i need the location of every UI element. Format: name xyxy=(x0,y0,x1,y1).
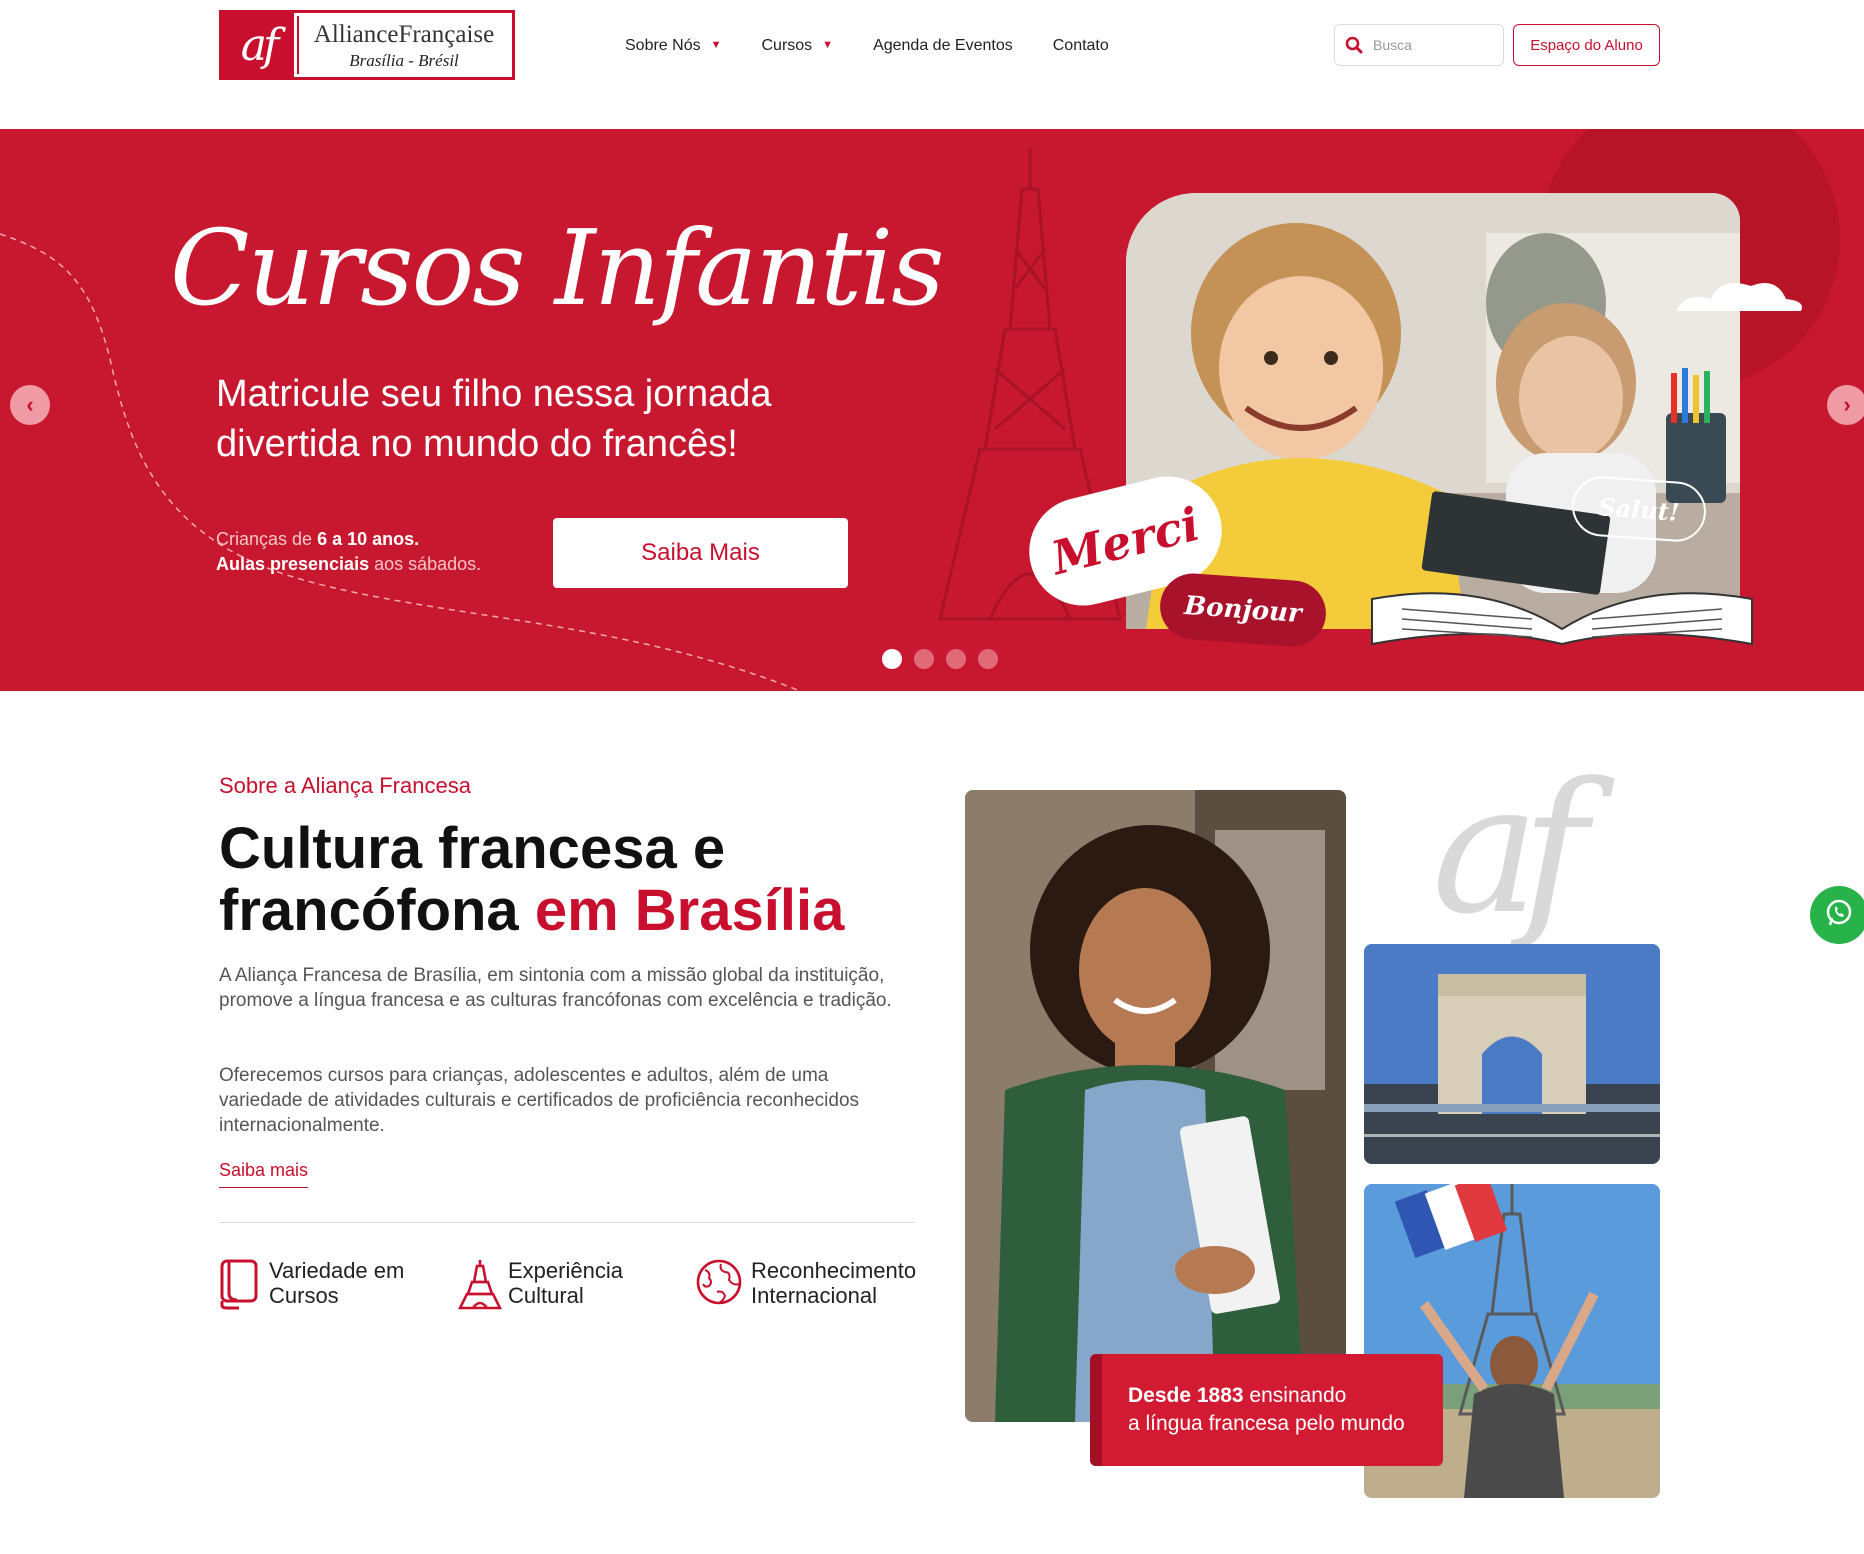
chevron-down-icon: ▼ xyxy=(822,39,834,51)
chevron-right-icon: › xyxy=(1843,392,1851,417)
chevron-left-icon: ‹ xyxy=(26,392,34,417)
nav-item-cursos[interactable]: Cursos ▼ xyxy=(761,34,833,58)
feature-line2: Cultural xyxy=(508,1283,584,1308)
about-paragraph-2: Oferecemos cursos para crianças, adolesc… xyxy=(219,1065,860,1136)
feature-line1: Experiência xyxy=(508,1258,623,1283)
logo-mark: af xyxy=(222,13,294,77)
whatsapp-icon xyxy=(1824,898,1854,933)
feature-line1: Reconhecimento xyxy=(751,1258,917,1283)
carousel-dot-1[interactable] xyxy=(882,649,902,669)
hero-subtitle: Matricule seu filho nessa jornada divert… xyxy=(216,373,772,465)
about-more-link[interactable]: Saiba mais xyxy=(219,1160,309,1188)
site-logo[interactable]: af AllianceFrançaise Brasília - Brésil xyxy=(219,10,515,80)
feature-line1: Variedade em xyxy=(269,1258,405,1283)
hero-note-prefix: Crianças de xyxy=(216,529,318,549)
search-input[interactable] xyxy=(1373,37,1493,53)
hero-note-bold: Aulas presenciais xyxy=(216,554,370,574)
feature-label: Variedade em Cursos xyxy=(269,1258,404,1308)
hero-carousel: Cursos Infantis Matricule seu filho ness… xyxy=(0,129,1864,691)
main-nav: Sobre Nós ▼ Cursos ▼ Agenda de Eventos C… xyxy=(625,34,1149,58)
carousel-next-button[interactable]: › xyxy=(1827,385,1864,425)
site-header: af AllianceFrançaise Brasília - Brésil S… xyxy=(0,0,1864,128)
af-watermark: af xyxy=(1432,745,1588,954)
since-year: Desde 1883 xyxy=(1128,1384,1244,1407)
hero-note-rest: aos sábados. xyxy=(369,554,482,574)
about-divider xyxy=(219,1222,915,1223)
feature-line2: Cursos xyxy=(269,1283,339,1308)
chevron-down-icon: ▼ xyxy=(710,39,722,51)
hero-title: Cursos Infantis xyxy=(170,207,945,329)
search-icon[interactable] xyxy=(1345,36,1363,54)
about-paragraph-1: A Aliança Francesa de Brasília, em sinto… xyxy=(219,965,892,1011)
since-line2: a língua francesa pelo mundo xyxy=(1128,1412,1405,1435)
feature-culture: Experiência Cultural xyxy=(457,1258,623,1310)
feature-recognition: Reconhecimento Internacional xyxy=(695,1258,916,1310)
since-1883-badge: Desde 1883 ensinando a língua francesa p… xyxy=(1090,1354,1443,1466)
book-icon xyxy=(219,1258,261,1310)
whatsapp-button[interactable] xyxy=(1810,886,1864,944)
nav-label: Agenda de Eventos xyxy=(873,37,1013,54)
feature-line2: Internacional xyxy=(751,1283,877,1308)
open-book-illustration xyxy=(1371,592,1753,646)
eiffel-tower-icon xyxy=(457,1258,503,1310)
logo-text: AllianceFrançaise Brasília - Brésil xyxy=(297,16,509,74)
student-area-button[interactable]: Espaço do Aluno xyxy=(1513,24,1660,66)
hero-note: Crianças de 6 a 10 anos. Aulas presencia… xyxy=(216,527,481,577)
nav-label: Cursos xyxy=(761,37,813,54)
about-title-highlight: em Brasília xyxy=(534,878,845,943)
about-title: Cultura francesa e francófona em Brasíli… xyxy=(219,818,939,942)
carousel-pagination xyxy=(882,649,998,669)
since-rest: ensinando xyxy=(1243,1384,1347,1407)
about-eyebrow: Sobre a Aliança Francesa xyxy=(219,773,471,798)
search-box[interactable] xyxy=(1334,24,1504,66)
carousel-dot-4[interactable] xyxy=(978,649,998,669)
salut-bubble: Salut! xyxy=(1570,474,1708,544)
logo-title: AllianceFrançaise xyxy=(313,20,495,48)
feature-courses: Variedade em Cursos xyxy=(219,1258,404,1310)
student-woman-photo xyxy=(965,790,1346,1422)
cloud-illustration xyxy=(1676,282,1802,311)
nav-item-agenda[interactable]: Agenda de Eventos xyxy=(873,34,1013,58)
hero-note-age: 6 a 10 anos. xyxy=(317,529,420,549)
bonjour-bubble: Bonjour xyxy=(1157,571,1329,649)
carousel-dot-3[interactable] xyxy=(946,649,966,669)
feature-label: Reconhecimento Internacional xyxy=(751,1258,916,1308)
logo-subtitle: Brasília - Brésil xyxy=(349,50,459,70)
nav-item-contato[interactable]: Contato xyxy=(1053,34,1109,58)
globe-icon xyxy=(695,1258,743,1310)
nav-item-sobre-nos[interactable]: Sobre Nós ▼ xyxy=(625,34,721,58)
arc-de-triomphe-photo xyxy=(1364,944,1660,1164)
carousel-dot-2[interactable] xyxy=(914,649,934,669)
nav-label: Sobre Nós xyxy=(625,37,701,54)
feature-label: Experiência Cultural xyxy=(508,1258,623,1308)
nav-label: Contato xyxy=(1052,37,1109,54)
hero-cta-button[interactable]: Saiba Mais xyxy=(553,518,848,588)
carousel-prev-button[interactable]: ‹ xyxy=(10,385,50,425)
